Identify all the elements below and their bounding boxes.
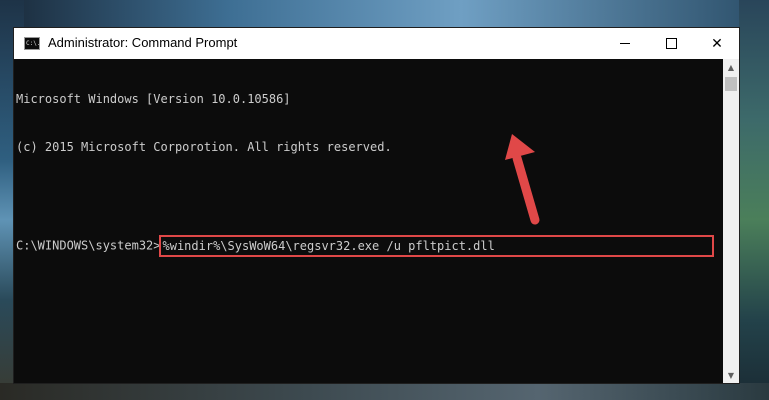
command-prompt-window: C:\. Administrator: Command Prompt ✕ Mic… <box>13 27 740 384</box>
arrow-shaft <box>512 153 540 225</box>
maximize-icon <box>665 38 677 49</box>
red-arrow-icon <box>505 134 540 225</box>
scroll-thumb[interactable] <box>725 77 737 91</box>
vertical-scrollbar[interactable]: ▲ ▼ <box>723 59 739 383</box>
desktop-background-top <box>0 0 769 30</box>
close-button[interactable]: ✕ <box>694 28 740 59</box>
console-command-line: C:\WINDOWS\system32> %windir%\SysWoW64\re… <box>16 235 723 257</box>
desktop-background-right <box>739 0 769 400</box>
minimize-button[interactable] <box>602 28 648 59</box>
console-line-copyright: (c) 2015 Microsoft Corporotion. All righ… <box>16 140 392 154</box>
maximize-button[interactable] <box>648 28 694 59</box>
command-input-highlighted[interactable]: %windir%\SysWoW64\regsvr32.exe /u pfltpi… <box>158 235 714 257</box>
window-title: Administrator: Command Prompt <box>48 35 238 50</box>
title-bar[interactable]: C:\. Administrator: Command Prompt ✕ <box>14 28 739 59</box>
cmd-icon: C:\. <box>24 37 40 50</box>
scroll-up-icon[interactable]: ▲ <box>723 59 739 75</box>
minimize-icon <box>620 43 630 44</box>
close-icon: ✕ <box>711 35 723 52</box>
console-output[interactable]: Microsoft Windows [Version 10.0.10586] (… <box>14 59 723 384</box>
prompt-text: C:\WINDOWS\system32> <box>16 238 161 253</box>
scroll-down-icon[interactable]: ▼ <box>723 367 739 383</box>
console-line-version: Microsoft Windows [Version 10.0.10586] <box>16 92 291 106</box>
desktop-background-bottom <box>0 383 769 400</box>
